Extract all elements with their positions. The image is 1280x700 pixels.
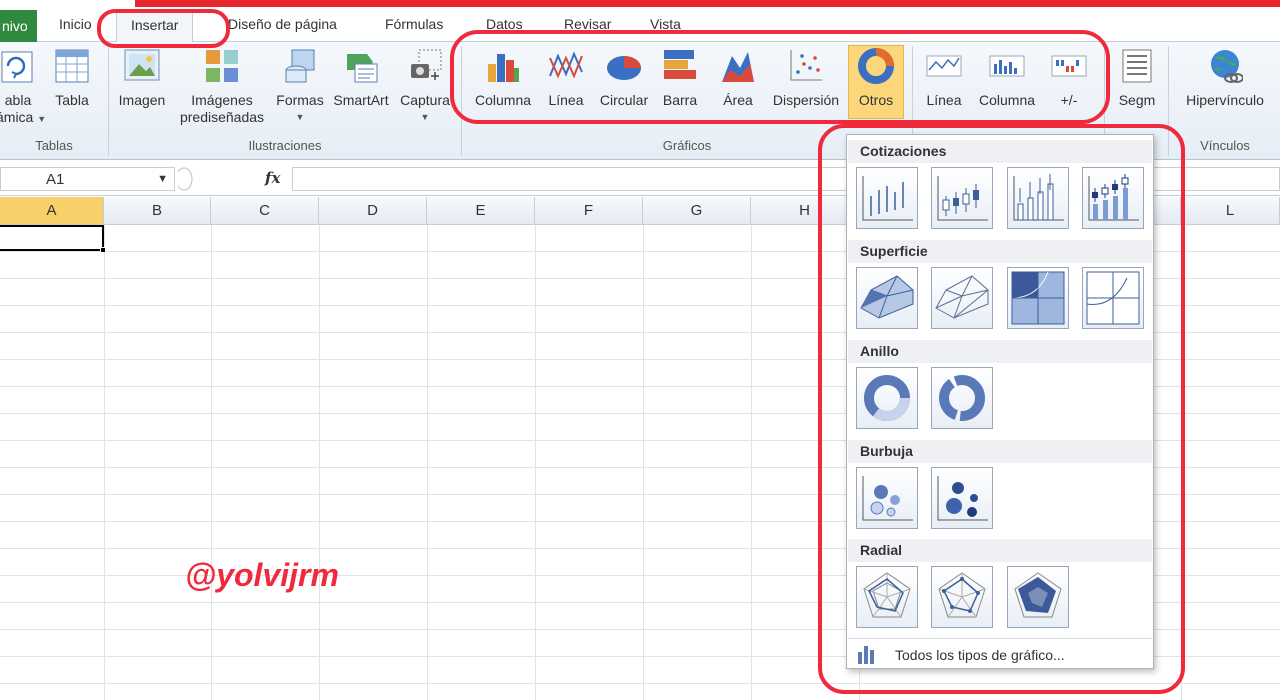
column-header-f[interactable]: F — [535, 197, 643, 225]
hyperlink-icon — [1211, 50, 1243, 83]
tab-home[interactable]: Inicio — [59, 16, 92, 32]
clipart-label-1: Imágenes — [191, 92, 253, 108]
column-header-g[interactable]: G — [643, 197, 751, 225]
picture-icon — [124, 49, 160, 81]
slicer-button[interactable]: Segm — [1112, 46, 1162, 109]
smartart-button[interactable]: SmartArt — [332, 46, 390, 109]
column-header-b[interactable]: B — [104, 197, 211, 225]
clipart-label-2: prediseñadas — [179, 109, 265, 125]
column-header-c[interactable]: C — [211, 197, 319, 225]
shapes-button[interactable]: Formas ▼ — [275, 46, 325, 126]
hyperlink-button[interactable]: Hipervínculo — [1178, 46, 1272, 109]
fill-handle[interactable] — [100, 247, 106, 253]
pivot-table-icon — [1, 51, 33, 83]
shapes-label: Formas — [276, 92, 324, 108]
title-bar-strip — [135, 0, 1280, 7]
column-header-a[interactable]: A — [0, 197, 104, 225]
tab-file[interactable]: nivo — [0, 10, 37, 42]
group-separator — [108, 46, 109, 156]
pivot-table-button[interactable]: abla ámica ▼ — [0, 46, 46, 128]
column-header-d[interactable]: D — [319, 197, 427, 225]
image-button[interactable]: Imagen — [116, 46, 168, 109]
slicer-icon — [1122, 49, 1152, 83]
clipart-icon — [206, 50, 238, 82]
watermark: @yolvijrm — [185, 557, 339, 593]
name-box-value: A1 — [46, 171, 65, 188]
camera-icon — [411, 49, 442, 80]
pivot-label-1: abla — [4, 92, 32, 108]
insert-function-icon[interactable]: fx — [265, 169, 280, 187]
column-header-l[interactable]: L — [1181, 197, 1280, 225]
active-cell-a1[interactable] — [0, 225, 106, 253]
screenshot-label: Captura — [400, 92, 450, 108]
table-label: Tabla — [55, 92, 89, 108]
smartart-icon — [347, 54, 378, 83]
name-box[interactable]: A1 ▼ — [0, 167, 175, 191]
annotation-charts-group — [450, 30, 1110, 124]
annotation-insert-tab — [97, 9, 230, 48]
smartart-label: SmartArt — [333, 92, 389, 108]
annotation-dropdown — [818, 124, 1185, 694]
tab-formulas[interactable]: Fórmulas — [385, 16, 443, 32]
hyperlink-label: Hipervínculo — [1186, 92, 1264, 108]
group-label-illustrations: Ilustraciones — [248, 138, 322, 153]
shapes-icon — [285, 49, 315, 83]
pivot-label-2: ámica — [0, 109, 34, 125]
column-header-e[interactable]: E — [427, 197, 535, 225]
tab-page-layout[interactable]: Diseño de página — [228, 16, 337, 32]
group-label-tables: Tablas — [35, 138, 73, 153]
slicer-label: Segm — [1118, 92, 1156, 108]
screenshot-button[interactable]: Captura ▼ — [397, 46, 453, 126]
group-label-links: Vínculos — [1200, 138, 1250, 153]
table-button[interactable]: Tabla — [52, 46, 92, 109]
chevron-down-icon[interactable]: ▼ — [157, 173, 168, 185]
table-icon — [55, 49, 89, 83]
image-label: Imagen — [118, 92, 166, 108]
clipart-button[interactable]: Imágenes prediseñadas — [175, 46, 269, 126]
